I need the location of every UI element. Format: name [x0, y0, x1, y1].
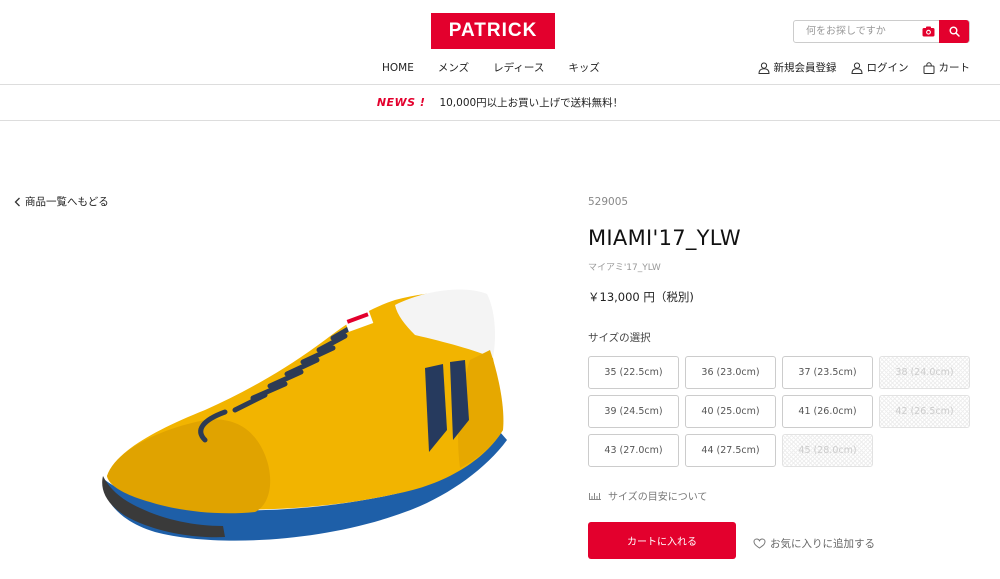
size-option[interactable]: 37 (23.5cm) [782, 356, 873, 389]
ruler-icon [589, 492, 601, 500]
main-nav: HOME メンズ レディース キッズ [370, 60, 612, 76]
product-code: 529005 [588, 196, 629, 208]
news-bar: NEWS ! 10,000円以上お買い上げで送料無料！ [0, 84, 1000, 121]
search-icon [949, 26, 960, 37]
nav-ladies[interactable]: レディース [481, 60, 556, 76]
cart-label: カート [938, 62, 971, 74]
login-label: ログイン [866, 62, 909, 74]
add-to-cart-button[interactable]: カートに入れる [588, 522, 736, 559]
nav-mens[interactable]: メンズ [426, 60, 481, 76]
user-nav: 新規会員登録 ログイン カート [757, 60, 971, 76]
patrick-logo[interactable]: PATRICK [431, 13, 555, 49]
size-option[interactable]: 39 (24.5cm) [588, 395, 679, 428]
bag-icon [923, 62, 934, 74]
search-box [793, 20, 970, 43]
size-option-sold-out: 45 (28.0cm) [782, 434, 873, 467]
product-price: ￥13,000 円（税別) [588, 290, 694, 304]
back-to-list-link[interactable]: 商品一覧へもどる [14, 194, 109, 209]
size-option-sold-out: 42 (26.5cm) [879, 395, 970, 428]
news-text: 10,000円以上お買い上げで送料無料！ [439, 97, 624, 109]
size-option-sold-out: 38 (24.0cm) [879, 356, 970, 389]
user-icon [757, 62, 770, 74]
user-icon [850, 62, 863, 74]
size-guide-link[interactable]: サイズの目安について [588, 488, 707, 503]
nav-home[interactable]: HOME [370, 60, 426, 76]
chevron-left-icon [14, 197, 20, 206]
product-name-kana: マイアミ'17_YLW [588, 263, 661, 273]
size-option[interactable]: 44 (27.5cm) [685, 434, 776, 467]
size-option[interactable]: 35 (22.5cm) [588, 356, 679, 389]
search-input[interactable] [794, 21, 917, 42]
add-to-favorites-link[interactable]: お気に入りに追加する [753, 536, 875, 551]
search-button[interactable] [939, 20, 969, 43]
cart-link[interactable]: カート [923, 60, 971, 76]
size-option[interactable]: 43 (27.0cm) [588, 434, 679, 467]
product-image [102, 289, 507, 541]
camera-icon[interactable] [917, 21, 939, 42]
product-name: MIAMI'17_YLW [588, 226, 741, 250]
back-link-label: 商品一覧へもどる [25, 196, 109, 208]
size-grid: 35 (22.5cm) 36 (23.0cm) 37 (23.5cm) 38 (… [588, 356, 970, 467]
register-label: 新規会員登録 [773, 62, 837, 74]
favorite-label: お気に入りに追加する [770, 538, 875, 550]
size-option[interactable]: 36 (23.0cm) [685, 356, 776, 389]
size-option[interactable]: 41 (26.0cm) [782, 395, 873, 428]
heart-icon [753, 538, 766, 549]
size-option[interactable]: 40 (25.0cm) [685, 395, 776, 428]
news-tag: NEWS ! [376, 96, 426, 109]
register-link[interactable]: 新規会員登録 [757, 60, 837, 76]
nav-kids[interactable]: キッズ [556, 60, 612, 76]
size-guide-label: サイズの目安について [608, 492, 708, 503]
login-link[interactable]: ログイン [850, 60, 909, 76]
size-select-label: サイズの選択 [588, 332, 651, 344]
